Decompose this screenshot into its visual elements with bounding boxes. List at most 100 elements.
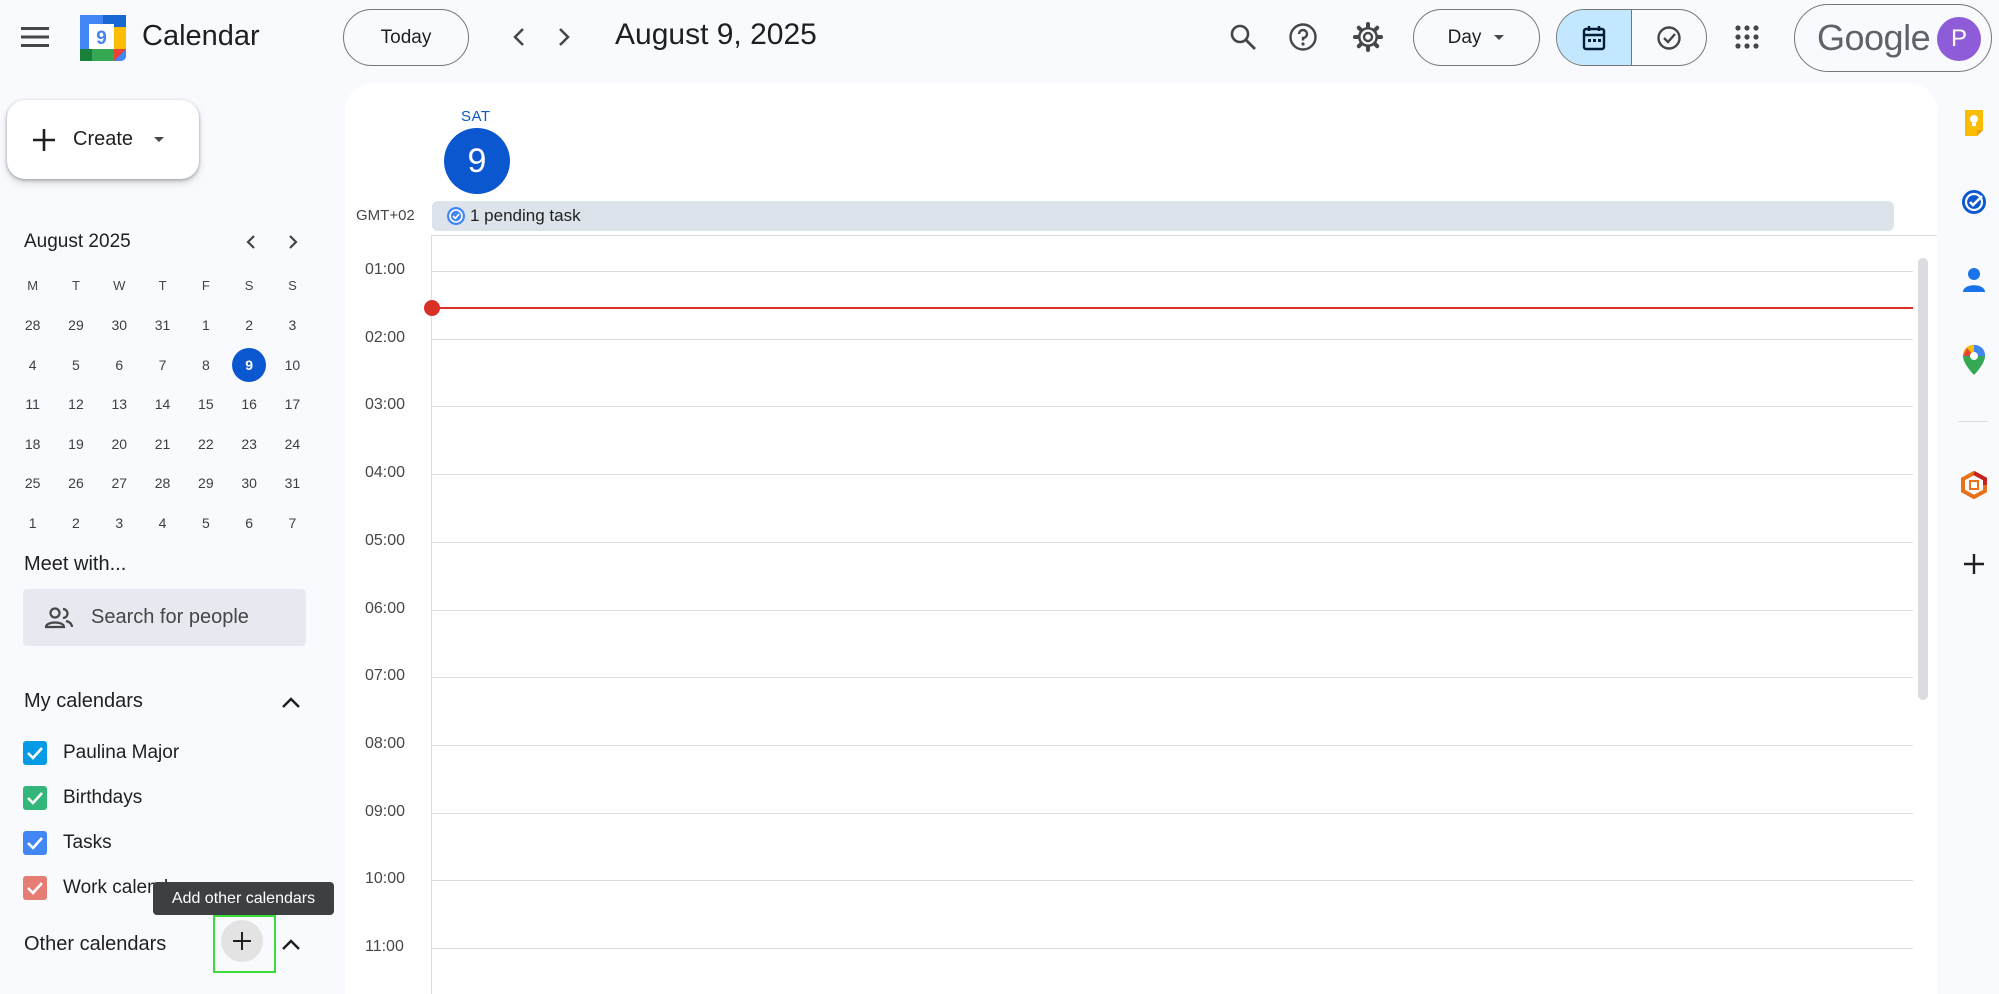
calendar-checkbox[interactable] (23, 876, 47, 900)
mini-calendar-day[interactable]: 3 (271, 309, 314, 341)
chevron-up-icon (282, 697, 300, 708)
mini-calendar-weekday: S (244, 278, 254, 294)
mini-calendar-day[interactable]: 4 (141, 507, 184, 539)
hour-row[interactable]: 08:00 (345, 735, 1913, 752)
mini-calendar-day[interactable]: 28 (11, 309, 54, 341)
hour-label: 08:00 (365, 734, 406, 752)
add-addon-icon[interactable] (1956, 546, 1992, 582)
mini-calendar-day[interactable]: 29 (184, 467, 227, 499)
hour-row[interactable]: 02:00 (345, 329, 1913, 346)
calendar-list-item[interactable]: Tasks (23, 828, 112, 858)
office-icon[interactable] (1956, 467, 1992, 503)
people-icon (45, 606, 73, 628)
mini-calendar-day[interactable]: 14 (141, 388, 184, 420)
calendar-list-item[interactable]: Birthdays (23, 783, 142, 813)
calendar-checkbox[interactable] (23, 741, 47, 765)
other-calendars-heading[interactable]: Other calendars (24, 933, 166, 956)
mini-calendar-day[interactable]: 18 (11, 428, 54, 460)
hour-row[interactable]: 10:00 (345, 870, 1913, 887)
mini-calendar-day[interactable]: 19 (54, 428, 97, 460)
create-button[interactable]: Create (7, 100, 199, 179)
gear-icon (1353, 22, 1383, 52)
mini-calendar-day[interactable]: 31 (271, 467, 314, 499)
mini-calendar-day[interactable]: 2 (54, 507, 97, 539)
mini-calendar-day[interactable]: 22 (184, 428, 227, 460)
mini-calendar-day[interactable]: 1 (11, 507, 54, 539)
day-number-button[interactable]: 9 (444, 128, 510, 194)
google-apps-button[interactable] (1723, 13, 1771, 61)
my-calendars-collapse-button[interactable] (276, 688, 306, 718)
calendar-list-item[interactable]: Paulina Major (23, 738, 179, 768)
logo-day-number: 9 (96, 28, 107, 49)
hour-row[interactable]: 05:00 (345, 532, 1913, 549)
mini-calendar-day[interactable]: 7 (141, 349, 184, 381)
view-switcher-button[interactable]: Day (1413, 9, 1540, 66)
mini-calendar-day[interactable]: 6 (227, 507, 270, 539)
mini-calendar-day[interactable]: 28 (141, 467, 184, 499)
mini-calendar-day[interactable]: 11 (11, 388, 54, 420)
support-button[interactable] (1279, 13, 1327, 61)
mini-calendar-day[interactable]: 2 (227, 309, 270, 341)
mini-calendar-day[interactable]: 15 (184, 388, 227, 420)
hour-row[interactable]: 03:00 (345, 396, 1913, 413)
next-day-button[interactable] (543, 16, 585, 58)
mini-calendar-day[interactable]: 31 (141, 309, 184, 341)
contacts-icon[interactable] (1956, 262, 1992, 298)
calendar-checkbox[interactable] (23, 786, 47, 810)
search-people-input[interactable]: Search for people (23, 589, 306, 646)
calendar-view-toggle[interactable] (1557, 10, 1632, 65)
mini-calendar-week: 1234567 (11, 503, 315, 543)
mini-calendar-day[interactable]: 16 (227, 388, 270, 420)
previous-day-button[interactable] (498, 16, 540, 58)
calendar-checkbox[interactable] (23, 831, 47, 855)
mini-calendar-day[interactable]: 21 (141, 428, 184, 460)
plus-icon (33, 128, 55, 151)
mini-calendar-day[interactable]: 17 (271, 388, 314, 420)
today-button[interactable]: Today (343, 9, 469, 66)
mini-calendar-day[interactable]: 29 (54, 309, 97, 341)
mini-calendar-day[interactable]: 5 (184, 507, 227, 539)
mini-calendar-day[interactable]: 23 (227, 428, 270, 460)
mini-calendar-day[interactable]: 1 (184, 309, 227, 341)
mini-calendar-day[interactable]: 30 (227, 467, 270, 499)
all-day-divider (432, 235, 1937, 236)
mini-calendar-day[interactable]: 20 (98, 428, 141, 460)
mini-calendar-day[interactable]: 25 (11, 467, 54, 499)
my-calendars-heading[interactable]: My calendars (24, 690, 143, 713)
mini-calendar-day[interactable]: 10 (271, 349, 314, 381)
scrollbar-thumb[interactable] (1918, 258, 1928, 700)
mini-calendar-day[interactable]: 8 (184, 349, 227, 381)
hour-row[interactable]: 07:00 (345, 667, 1913, 684)
main-menu-button[interactable] (13, 15, 57, 59)
mini-calendar-day[interactable]: 12 (54, 388, 97, 420)
maps-icon[interactable] (1956, 342, 1992, 378)
mini-calendar-day[interactable]: 13 (98, 388, 141, 420)
mini-calendar-day[interactable]: 9 (227, 347, 270, 382)
hour-row[interactable]: 04:00 (345, 464, 1913, 481)
tasks-icon[interactable] (1956, 184, 1992, 220)
mini-calendar-next-button[interactable] (277, 226, 309, 258)
mini-calendar-day[interactable]: 5 (54, 349, 97, 381)
hour-row[interactable]: 06:00 (345, 600, 1913, 617)
hour-row[interactable]: 09:00 (345, 803, 1913, 820)
mini-calendar-day[interactable]: 24 (271, 428, 314, 460)
pending-task-chip[interactable]: 1 pending task (432, 201, 1894, 231)
chevron-left-icon (246, 235, 255, 249)
mini-calendar-day[interactable]: 27 (98, 467, 141, 499)
account-button[interactable]: Google P (1794, 4, 1992, 72)
tasks-view-toggle[interactable] (1632, 10, 1707, 65)
mini-calendar-day[interactable]: 3 (98, 507, 141, 539)
calendar-logo-icon[interactable]: 9 (80, 15, 126, 61)
mini-calendar-day[interactable]: 6 (98, 349, 141, 381)
mini-calendar-day[interactable]: 26 (54, 467, 97, 499)
mini-calendar-day[interactable]: 30 (98, 309, 141, 341)
other-calendars-collapse-button[interactable] (276, 930, 306, 960)
keep-icon[interactable] (1956, 104, 1992, 140)
hour-row[interactable]: 11:00 (345, 938, 1913, 955)
mini-calendar-day[interactable]: 7 (271, 507, 314, 539)
settings-button[interactable] (1344, 13, 1392, 61)
hour-row[interactable]: 01:00 (345, 261, 1913, 278)
mini-calendar-day[interactable]: 4 (11, 349, 54, 381)
mini-calendar-prev-button[interactable] (235, 226, 267, 258)
search-button[interactable] (1219, 13, 1267, 61)
